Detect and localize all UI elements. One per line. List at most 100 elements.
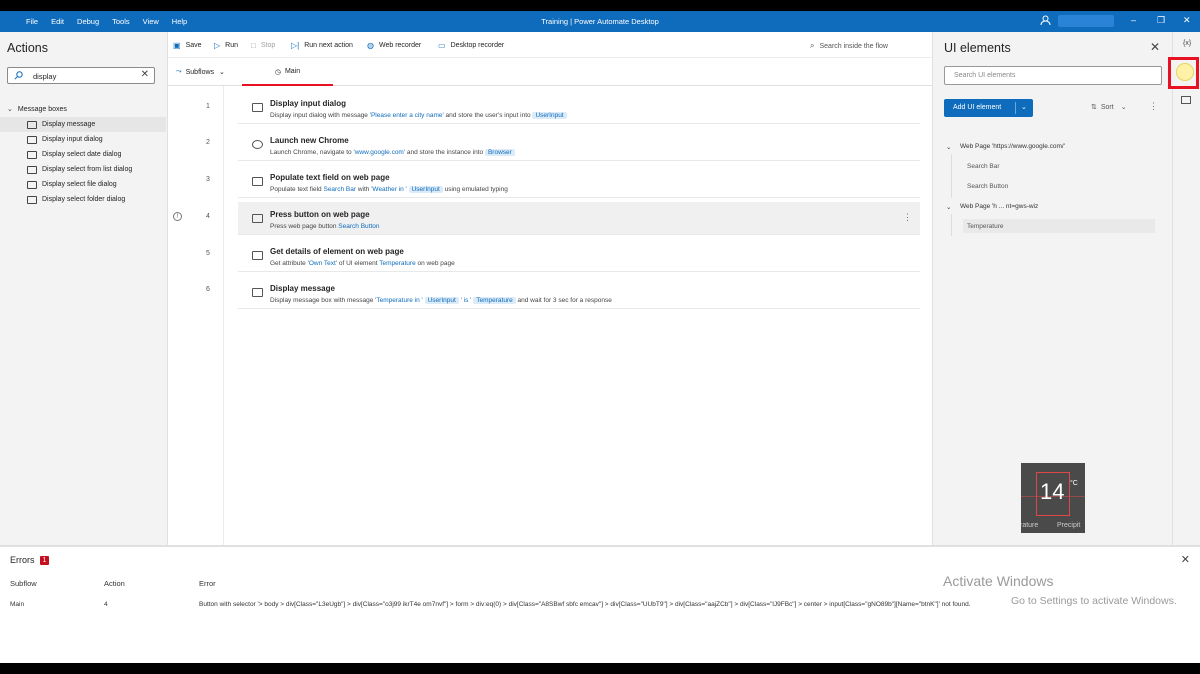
step-title: Press button on web page: [270, 210, 370, 219]
chevron-down-icon[interactable]: ⌄: [1021, 103, 1027, 111]
action-label: Display select date dialog: [42, 151, 122, 158]
web-recorder-button[interactable]: ◍ Web recorder: [367, 41, 421, 50]
chevron-down-icon: ⌄: [1120, 104, 1127, 111]
ui-elements-icon: [1176, 63, 1194, 81]
tree-item-search-bar[interactable]: Search Bar: [967, 163, 1000, 170]
top-black-bar: [0, 0, 1200, 11]
step-description: Display input dialog with message 'Pleas…: [270, 112, 567, 119]
action-display-select-file-dialog[interactable]: Display select file dialog: [0, 177, 166, 192]
variables-pane-button[interactable]: {x}: [1183, 40, 1191, 47]
errors-panel: Errors 1 ✕ Subflow Action Error Main 4 Bu…: [0, 545, 1200, 663]
actions-panel: Actions display ✕ ⌄ Message boxes Displa…: [0, 32, 168, 545]
bottom-black-bar: [0, 663, 1200, 674]
flow-canvas: 1 2 3 ! 4 5 6 Display input dialog Displ…: [168, 86, 932, 545]
close-errors-icon[interactable]: ✕: [1181, 553, 1190, 566]
column-header-action[interactable]: Action: [104, 579, 125, 588]
step-description: Populate text field Search Bar with 'Wea…: [270, 186, 508, 193]
column-header-error[interactable]: Error: [199, 579, 216, 588]
chevron-down-icon[interactable]: ⌄: [946, 203, 951, 211]
message-box-icon: [27, 195, 37, 204]
globe-icon: ◍: [367, 41, 374, 50]
column-header-subflow[interactable]: Subflow: [10, 579, 37, 588]
tree-web-page-google[interactable]: Web Page 'https://www.google.com/': [960, 143, 1065, 150]
desktop-recorder-button[interactable]: ▭ Desktop recorder: [438, 41, 504, 50]
search-value: display: [33, 72, 57, 81]
error-count-badge: 1: [39, 555, 50, 565]
action-label: Display select file dialog: [42, 181, 117, 188]
preview-value: 14: [1040, 479, 1065, 504]
close-window-button[interactable]: ✕: [1183, 15, 1191, 26]
flow-step-populate-text-field[interactable]: Populate text field on web page Populate…: [238, 165, 920, 198]
ui-elements-panel: UI elements ✕ Search UI elements Add UI …: [932, 32, 1172, 545]
step-description: Launch Chrome, navigate to 'www.google.c…: [270, 149, 515, 156]
clear-search-icon[interactable]: ✕: [141, 69, 149, 80]
minimize-button[interactable]: –: [1131, 15, 1136, 25]
tree-web-page-weather[interactable]: Web Page 'h ... nt=gws-wiz: [960, 203, 1038, 210]
message-box-icon: [27, 135, 37, 144]
subflows-dropdown[interactable]: ⤳ Subflows ⌄: [176, 68, 225, 76]
action-display-select-from-list-dialog[interactable]: Display select from list dialog: [0, 162, 166, 177]
flow-step-display-message[interactable]: Display message Display message box with…: [238, 276, 920, 309]
flow-toolbar: ▣ Save ▷ Run □ Stop ▷| Run next action ◍ Web …: [168, 32, 932, 58]
ui-elements-pane-button[interactable]: [1168, 57, 1199, 89]
action-display-message[interactable]: Display message: [0, 117, 166, 132]
tab-main[interactable]: ◷ Main: [242, 59, 333, 86]
message-box-icon: [27, 120, 37, 129]
play-icon: ▷: [214, 41, 221, 50]
step-description: Get attribute 'Own Text' of UI element T…: [270, 260, 455, 267]
search-icon: ⌕: [810, 41, 815, 50]
activation-watermark-title: Activate Windows: [943, 573, 1054, 589]
activation-watermark-subtitle: Go to Settings to activate Windows.: [1011, 595, 1177, 607]
step-title: Display input dialog: [270, 99, 347, 108]
errors-header[interactable]: Errors 1: [10, 555, 50, 565]
sort-button[interactable]: ⇅ Sort ⌄: [1091, 103, 1127, 112]
text-field-icon: [252, 177, 263, 186]
stop-icon: □: [251, 41, 256, 50]
action-label: Display select from list dialog: [42, 166, 133, 173]
add-ui-element-button[interactable]: Add UI element ⌄: [944, 99, 1033, 117]
action-display-select-folder-dialog[interactable]: Display select folder dialog: [0, 192, 166, 207]
error-indicator-icon[interactable]: !: [173, 212, 182, 221]
step-title: Display message: [270, 284, 335, 293]
more-options-icon[interactable]: ⋮: [1149, 101, 1158, 112]
tree-item-search-button[interactable]: Search Button: [967, 183, 1008, 190]
run-button[interactable]: ▷ Run: [214, 41, 238, 50]
error-row-message[interactable]: Button with selector '> body > div[Class…: [199, 601, 1099, 608]
account-icon[interactable]: [1040, 15, 1051, 26]
error-row-subflow[interactable]: Main: [10, 601, 24, 608]
button-icon: [252, 214, 263, 223]
save-button[interactable]: ▣ Save: [173, 41, 202, 50]
restore-button[interactable]: ❐: [1157, 15, 1165, 26]
error-row-action[interactable]: 4: [104, 601, 108, 608]
images-pane-icon[interactable]: [1181, 96, 1191, 104]
flow-step-display-input-dialog[interactable]: Display input dialog Display input dialo…: [238, 91, 920, 124]
action-label: Display input dialog: [42, 136, 103, 143]
stop-button[interactable]: □ Stop: [251, 41, 275, 50]
step-title: Get details of element on web page: [270, 247, 404, 256]
action-display-select-date-dialog[interactable]: Display select date dialog: [0, 147, 166, 162]
action-display-input-dialog[interactable]: Display input dialog: [0, 132, 166, 147]
step-description: Display message box with message 'Temper…: [270, 297, 612, 304]
run-next-action-button[interactable]: ▷| Run next action: [291, 41, 353, 50]
sort-icon: ⇅: [1091, 104, 1097, 111]
step-title: Launch new Chrome: [270, 136, 349, 145]
message-box-icon: [27, 165, 37, 174]
account-name[interactable]: [1058, 15, 1114, 27]
chevron-down-icon: ⌄: [219, 69, 225, 76]
flow-step-launch-chrome[interactable]: Launch new Chrome Launch Chrome, navigat…: [238, 128, 920, 161]
actions-search-input[interactable]: display ✕: [7, 67, 155, 84]
action-label: Display message: [42, 121, 96, 128]
flow-step-press-button[interactable]: Press button on web page Press web page …: [238, 202, 920, 235]
globe-icon: [252, 140, 263, 149]
ui-elements-search-input[interactable]: Search UI elements: [944, 66, 1162, 85]
chevron-down-icon[interactable]: ⌄: [946, 143, 951, 151]
group-message-boxes[interactable]: ⌄ Message boxes: [7, 105, 67, 114]
flow-step-get-details[interactable]: Get details of element on web page Get a…: [238, 239, 920, 272]
search-flow-input[interactable]: ⌕ Search inside the flow: [810, 41, 888, 51]
more-options-icon[interactable]: ⋮: [903, 212, 912, 223]
close-panel-icon[interactable]: ✕: [1150, 40, 1160, 54]
step-number: 6: [206, 286, 210, 293]
tree-item-temperature[interactable]: Temperature: [967, 223, 1004, 230]
step-number: 1: [206, 103, 210, 110]
window-title: Training | Power Automate Desktop: [541, 17, 659, 26]
